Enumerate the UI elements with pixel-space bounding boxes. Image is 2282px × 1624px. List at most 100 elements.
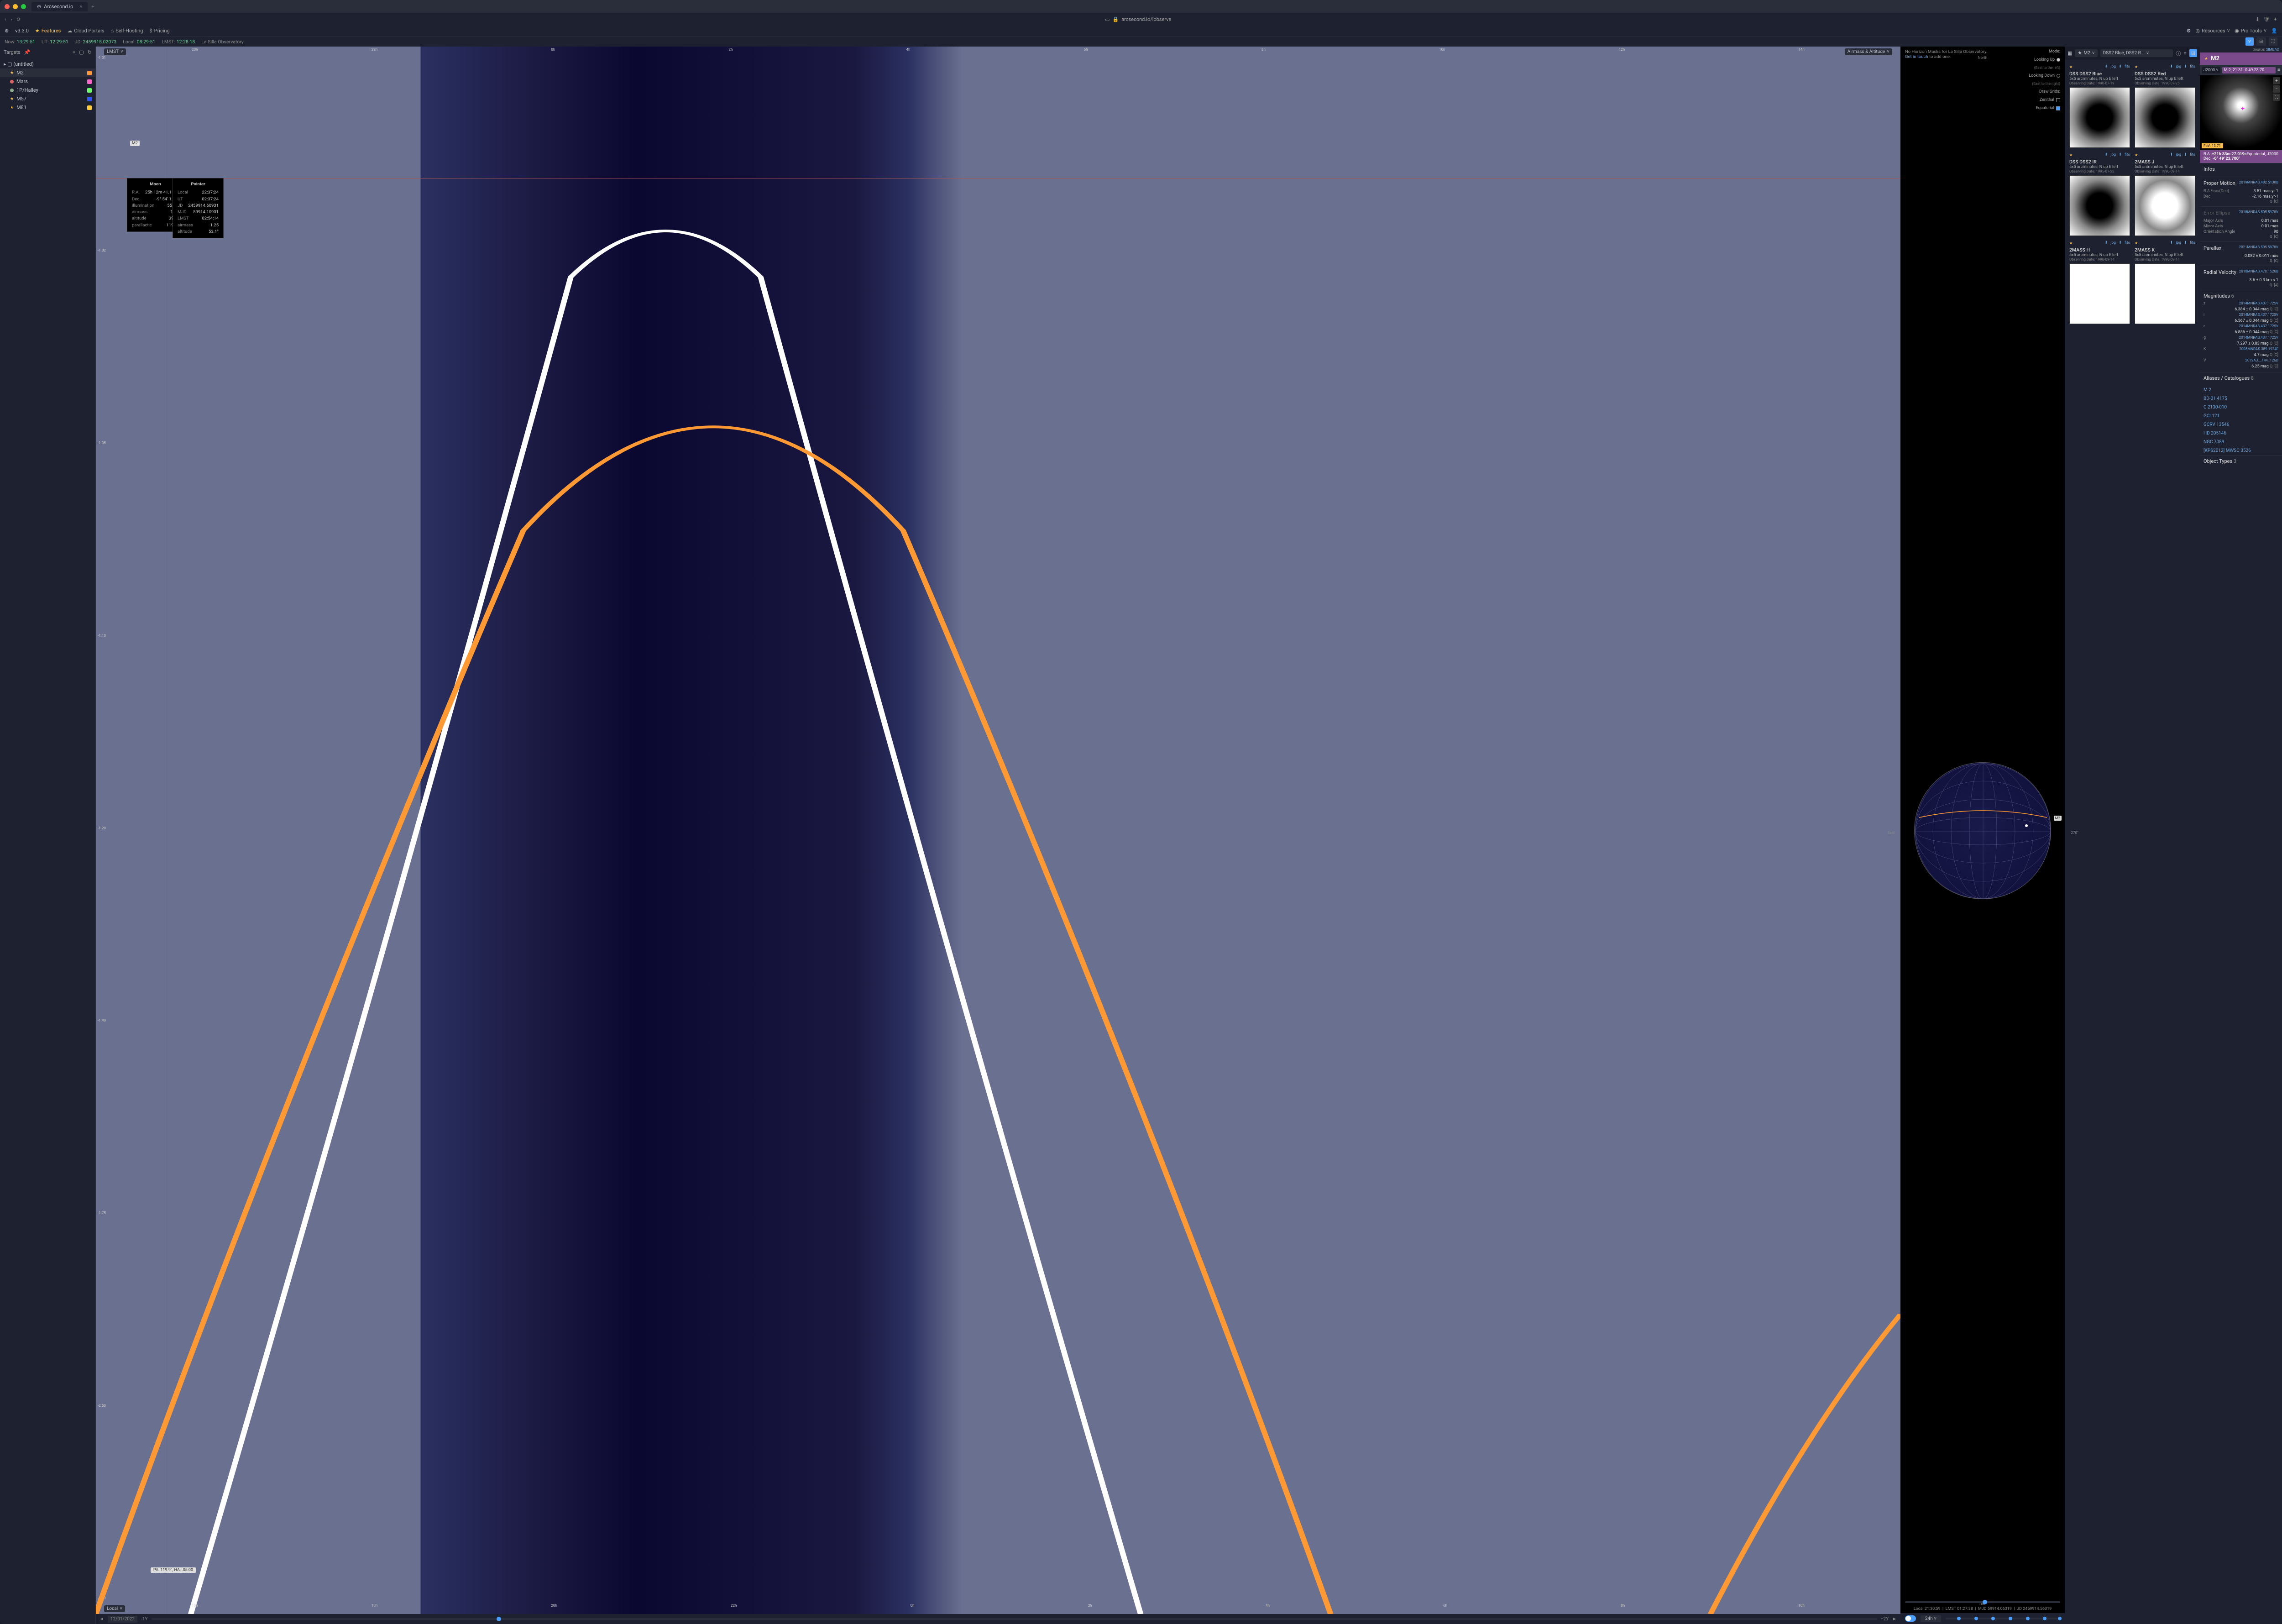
date-slider[interactable] — [152, 1618, 1877, 1620]
alias-link[interactable]: GCl 121 — [2200, 412, 2282, 420]
nav-resources[interactable]: ◎ Resources ˅ — [2195, 28, 2230, 34]
url-field[interactable]: ▭ 🔒 arcsecond.io/iobserve — [26, 16, 2251, 22]
download-icon[interactable]: ⬇ — [2104, 241, 2108, 245]
sky-range-dropdown[interactable]: 24h ˅ — [1921, 1615, 1941, 1622]
nav-features[interactable]: ★ Features — [35, 28, 61, 34]
survey-image[interactable] — [2069, 87, 2130, 148]
download-icon[interactable]: ⬇ — [2119, 64, 2122, 69]
fits-link[interactable]: fits — [2125, 64, 2130, 69]
fits-link[interactable]: fits — [2190, 64, 2195, 69]
images-icon[interactable]: ▦ — [2067, 50, 2072, 56]
pm-ref-link[interactable]: 2019MNRAS.482.5138B — [2239, 180, 2278, 187]
browser-tab[interactable]: ⊛ Arcsecond.io × — [31, 2, 88, 11]
extension-icon[interactable]: ✦ — [2273, 16, 2277, 22]
coord-layers-icon[interactable]: ≡ — [2277, 68, 2280, 73]
minimize-window-button[interactable] — [13, 4, 18, 9]
close-window-button[interactable] — [5, 4, 10, 9]
forward-button[interactable]: › — [10, 16, 12, 22]
source-link[interactable]: SIMBAD — [2266, 47, 2279, 52]
alias-link[interactable]: NGC 7089 — [2200, 438, 2282, 446]
add-target-button[interactable]: + — [73, 49, 75, 55]
fits-link[interactable]: fits — [2190, 241, 2195, 245]
copy-icon[interactable]: [A] — [2274, 283, 2278, 287]
quote-icon[interactable]: Q — [2270, 283, 2272, 287]
download-icon[interactable]: ⬇ — [2184, 64, 2187, 69]
fits-link[interactable]: fits — [2125, 241, 2130, 245]
copy-icon[interactable]: [C] — [2274, 199, 2278, 204]
images-list-view-button[interactable]: ≡ — [2183, 50, 2186, 56]
jpg-link[interactable]: jpg — [2110, 152, 2116, 157]
survey-image[interactable] — [2135, 263, 2195, 324]
jpg-link[interactable]: jpg — [2176, 152, 2181, 157]
copy-icon[interactable]: [C] — [2274, 259, 2278, 263]
coord-system-dropdown[interactable]: J2000 ˅ — [2202, 67, 2220, 73]
images-info-icon[interactable]: ⓘ — [2176, 50, 2181, 57]
download-icon[interactable]: ⬇ — [2104, 64, 2108, 69]
toolbar-button-3[interactable]: ⛶ — [2269, 37, 2277, 46]
download-icon[interactable]: ⬇ — [2256, 16, 2260, 22]
tab-close-icon[interactable]: × — [79, 4, 82, 10]
images-grid-view-button[interactable]: ⊞ — [2189, 49, 2197, 57]
quote-icon[interactable]: Q — [2270, 199, 2272, 204]
sky-time-slider[interactable] — [1905, 1601, 2060, 1603]
download-icon[interactable]: ⬇ — [2119, 241, 2122, 245]
fullscreen-button[interactable]: ⛶ — [2273, 94, 2280, 101]
sky-range-slider[interactable] — [1946, 1618, 2060, 1619]
new-tab-button[interactable]: + — [91, 4, 94, 10]
coord-input[interactable]: M 2, 21:31 -0:49 23.70 — [2222, 67, 2276, 73]
copy-icon[interactable]: [C] — [2274, 235, 2278, 239]
fits-link[interactable]: fits — [2190, 152, 2195, 157]
pin-icon[interactable]: 📌 — [24, 49, 31, 55]
altitude-chart[interactable]: LMST ˅ Airmass & Altitude ˅ 20h22h0h2h4h… — [96, 47, 1900, 1614]
jpg-link[interactable]: jpg — [2176, 64, 2181, 69]
toolbar-button-2[interactable]: ⊞ — [2256, 37, 2266, 46]
target-item-m2[interactable]: ★M2 — [0, 68, 95, 77]
nav-cloud-portals[interactable]: ☁ Cloud Portals — [67, 28, 104, 34]
survey-image[interactable] — [2135, 87, 2195, 148]
target-folder[interactable]: ▸ ▢ (untitled) — [0, 60, 95, 68]
alias-link[interactable]: BD-01 4175 — [2200, 394, 2282, 403]
user-avatar[interactable]: 👤 — [2271, 28, 2277, 34]
target-item-mars[interactable]: Mars — [0, 77, 95, 86]
survey-image[interactable] — [2069, 175, 2130, 236]
reload-button[interactable]: ⟳ — [17, 16, 21, 22]
alias-link[interactable]: [KPS2012] MWSC 3526 — [2200, 446, 2282, 455]
refresh-icon[interactable]: ↻ — [88, 49, 92, 55]
jpg-link[interactable]: jpg — [2110, 64, 2116, 69]
mode-looking-up[interactable]: Looking Up — [2029, 58, 2060, 62]
fits-link[interactable]: fits — [2125, 152, 2130, 157]
target-item-m57[interactable]: ★M57 — [0, 94, 95, 103]
toolbar-button-1[interactable]: ˅ — [2245, 37, 2254, 46]
alias-link[interactable]: GCRV 13546 — [2200, 420, 2282, 429]
folder-icon[interactable]: ▢ — [79, 49, 84, 55]
nav-self-hosting[interactable]: ⌂ Self-Hosting — [111, 28, 143, 34]
download-icon[interactable]: ⬇ — [2170, 64, 2173, 69]
download-icon[interactable]: ⬇ — [2119, 152, 2122, 157]
settings-icon[interactable]: ⚙ — [2187, 28, 2191, 34]
download-icon[interactable]: ⬇ — [2184, 152, 2187, 157]
jpg-link[interactable]: jpg — [2110, 241, 2116, 245]
reader-icon[interactable]: ▭ — [1105, 16, 1110, 22]
sky-globe[interactable]: M2 — [1914, 762, 2051, 899]
download-icon[interactable]: ⬇ — [2170, 241, 2173, 245]
date-input[interactable]: 12/01/2022 — [108, 1616, 137, 1623]
sky-preview[interactable]: + + − ⛶ FoV: 13.71' — [2200, 75, 2282, 150]
prev-day-button[interactable]: ◄ — [99, 1617, 104, 1622]
download-icon[interactable]: ⬇ — [2184, 241, 2187, 245]
alias-link[interactable]: C 2130-010 — [2200, 403, 2282, 412]
download-icon[interactable]: ⬇ — [2170, 152, 2173, 157]
download-icon[interactable]: ⬇ — [2104, 152, 2108, 157]
observatory-name[interactable]: La Silla Observatory — [201, 39, 244, 45]
nav-pricing[interactable]: $ Pricing — [149, 28, 169, 34]
survey-image[interactable] — [2069, 263, 2130, 324]
images-target-dropdown[interactable]: ★ M2 ˅ — [2075, 49, 2097, 57]
images-survey-dropdown[interactable]: DSS2 Blue, DSS2 R... ˅ — [2100, 49, 2173, 57]
nav-pro-tools[interactable]: ◉ Pro Tools ˅ — [2235, 28, 2266, 34]
px-ref-link[interactable]: 2021MNRAS.505.5978V — [2239, 245, 2278, 252]
alias-link[interactable]: HD 205146 — [2200, 429, 2282, 438]
back-button[interactable]: ‹ — [5, 16, 6, 22]
quote-icon[interactable]: Q — [2270, 259, 2272, 263]
target-item-m81[interactable]: ★M81 — [0, 103, 95, 112]
ee-ref-link[interactable]: 2018MNRAS.505.5978V — [2239, 210, 2278, 217]
next-day-button[interactable]: ► — [1892, 1617, 1897, 1622]
